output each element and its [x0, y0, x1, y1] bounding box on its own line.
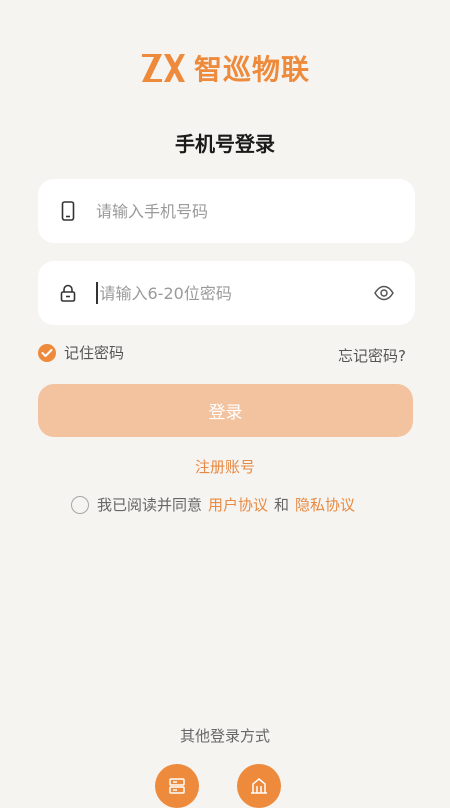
- server-icon: [169, 778, 185, 794]
- register-link[interactable]: 注册账号: [0, 456, 450, 477]
- remember-password-label: 记住密码: [64, 344, 125, 362]
- zx-logo-icon: [141, 54, 185, 82]
- checkmark-icon: [38, 343, 56, 362]
- login-method-building[interactable]: [237, 764, 281, 808]
- other-login-label: 其他登录方式: [179, 727, 270, 745]
- brand-name: 智巡物联: [193, 53, 310, 86]
- privacy-policy-link[interactable]: 隐私协议: [295, 494, 355, 515]
- phone-icon: [58, 201, 78, 221]
- login-button[interactable]: 登录: [38, 384, 413, 437]
- agreement-text: 我已阅读并同意: [97, 496, 203, 514]
- text-cursor: [96, 282, 98, 304]
- phone-field[interactable]: [38, 179, 415, 243]
- eye-icon[interactable]: [373, 282, 395, 304]
- remember-password-checkbox[interactable]: 记住密码: [38, 342, 124, 363]
- brand-logo: 智巡物联: [0, 48, 450, 88]
- agreement-conjunction: 和: [274, 496, 290, 514]
- password-input[interactable]: [99, 283, 373, 303]
- password-field[interactable]: [38, 261, 415, 325]
- phone-input[interactable]: [96, 201, 415, 221]
- agreement-checkbox[interactable]: [71, 495, 89, 514]
- forgot-password-link[interactable]: 忘记密码?: [338, 345, 406, 366]
- page-title: 手机号登录: [175, 132, 275, 156]
- login-method-server[interactable]: [155, 764, 199, 808]
- agreement-row: 我已阅读并同意 用户协议 和 隐私协议: [71, 494, 361, 515]
- lock-icon: [58, 283, 78, 303]
- user-agreement-link[interactable]: 用户协议: [208, 494, 268, 515]
- building-icon: [251, 778, 267, 794]
